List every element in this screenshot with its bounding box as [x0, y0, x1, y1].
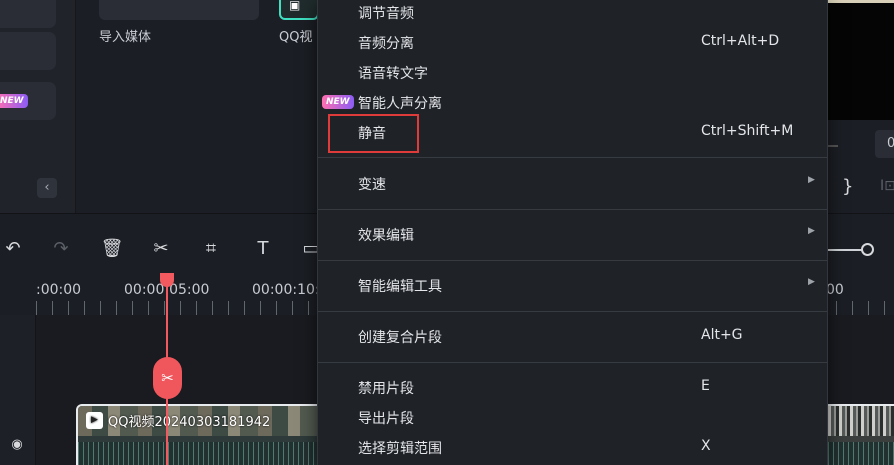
media-panel: 导入媒体 ▣ QQ视: [77, 0, 319, 213]
preview-progress-bar[interactable]: [828, 145, 838, 147]
menu-item-shortcut: Ctrl+Shift+M: [701, 123, 794, 139]
context-menu: 调节音频 音频分离 Ctrl+Alt+D 语音转文字 NEW 智能人声分离 静音…: [317, 0, 828, 465]
menu-item-shortcut: X: [701, 438, 711, 454]
clip-audio-waveform: [828, 442, 894, 465]
menu-item-disable-clip[interactable]: 禁用片段 E: [318, 373, 827, 403]
submenu-arrow-icon: ▶: [808, 175, 815, 185]
menu-item-effects-edit[interactable]: 效果编辑 ▶: [318, 220, 827, 250]
menu-item-label: 变速: [358, 177, 386, 193]
new-badge: NEW: [0, 94, 28, 108]
preview-panel: 0 ▶ } I⊡: [816, 0, 894, 213]
left-sidebar: NEW ‹: [0, 0, 76, 213]
clip-title-text: QQ视频20240303181942: [108, 415, 271, 430]
redo-icon[interactable]: ↷: [48, 236, 74, 262]
preview-screen: [828, 0, 894, 120]
menu-item-detach-audio[interactable]: 音频分离 Ctrl+Alt+D: [318, 28, 827, 58]
zoom-slider-knob[interactable]: [861, 243, 874, 256]
menu-item-label: 创建复合片段: [358, 330, 442, 346]
film-icon: ▣: [289, 0, 301, 12]
eye-icon[interactable]: ◉: [9, 437, 25, 453]
preview-time-value: 0: [887, 136, 894, 151]
menu-item-select-range[interactable]: 选择剪辑范围 X: [318, 433, 827, 463]
menu-item-label: 智能编辑工具: [358, 279, 442, 295]
editor-window: NEW ‹ 导入媒体 ▣ QQ视 0 ▶ } I⊡ ↶ ↷ 🗑 ✂ ⌗ T ▭ …: [0, 0, 894, 465]
menu-item-export-clip[interactable]: 导出片段: [318, 403, 827, 433]
crop-icon[interactable]: ⌗: [198, 236, 224, 262]
highlight-box: [328, 114, 419, 153]
snapshot-icon[interactable]: I⊡: [880, 178, 894, 194]
menu-item-label: 音频分离: [358, 36, 414, 52]
video-clip[interactable]: ▶ QQ视频20240303181942: [76, 404, 326, 465]
mark-out-icon[interactable]: }: [842, 176, 853, 197]
text-icon[interactable]: T: [250, 236, 276, 262]
preview-time-field[interactable]: 0: [875, 130, 894, 158]
ruler-label: 00: [826, 282, 844, 298]
video-clip-2[interactable]: [828, 404, 894, 465]
menu-item-shortcut: Ctrl+Alt+D: [701, 33, 780, 49]
ruler-label: :00:00: [36, 282, 82, 298]
menu-item-shortcut: E: [701, 378, 710, 394]
clip-audio-waveform: [78, 442, 324, 465]
menu-item-label: 调节音频: [358, 6, 414, 22]
menu-item-compound-clip[interactable]: 创建复合片段 Alt+G: [318, 322, 827, 352]
play-icon: ▶: [86, 412, 103, 429]
menu-separator: [318, 311, 827, 312]
menu-item-label: 智能人声分离: [358, 96, 442, 112]
clip-title: ▶ QQ视频20240303181942: [86, 411, 270, 430]
menu-item-label: 语音转文字: [358, 66, 428, 82]
menu-item-shortcut: Alt+G: [701, 327, 743, 343]
track-header: ◉: [0, 315, 36, 465]
chevron-left-icon: ‹: [44, 180, 50, 195]
menu-item-label: 导出片段: [358, 411, 414, 427]
menu-item-speed[interactable]: 变速 ▶: [318, 169, 827, 199]
new-badge: NEW: [322, 95, 354, 109]
menu-item-label: 效果编辑: [358, 228, 414, 244]
menu-item-label: 选择剪辑范围: [358, 441, 442, 457]
delete-icon[interactable]: 🗑: [99, 236, 125, 262]
clip-thumbnail-strip: [828, 406, 894, 436]
import-media-thumbnail[interactable]: [99, 0, 259, 20]
menu-item-smart-tools[interactable]: 智能编辑工具 ▶: [318, 271, 827, 301]
sidebar-item-2[interactable]: [0, 32, 56, 70]
sidebar-item-1[interactable]: [0, 0, 56, 28]
split-scissor-icon[interactable]: ✂: [153, 357, 182, 399]
submenu-arrow-icon: ▶: [808, 277, 815, 287]
menu-item-label: 禁用片段: [358, 381, 414, 397]
menu-separator: [318, 260, 827, 261]
collapse-sidebar-button[interactable]: ‹: [37, 178, 57, 198]
undo-icon[interactable]: ↶: [0, 236, 26, 262]
menu-item-adjust-audio[interactable]: 调节音频: [318, 0, 827, 28]
menu-item-speech-to-text[interactable]: 语音转文字: [318, 58, 827, 88]
menu-separator: [318, 362, 827, 363]
menu-separator: [318, 209, 827, 210]
menu-separator: [318, 157, 827, 158]
clip-thumbnail-label: QQ视: [279, 30, 313, 45]
import-media-label: 导入媒体: [99, 30, 152, 45]
sidebar-item-3[interactable]: NEW: [0, 82, 56, 120]
cut-icon[interactable]: ✂: [148, 236, 174, 262]
submenu-arrow-icon: ▶: [808, 226, 815, 236]
clip-thumbnail[interactable]: ▣: [279, 0, 319, 20]
